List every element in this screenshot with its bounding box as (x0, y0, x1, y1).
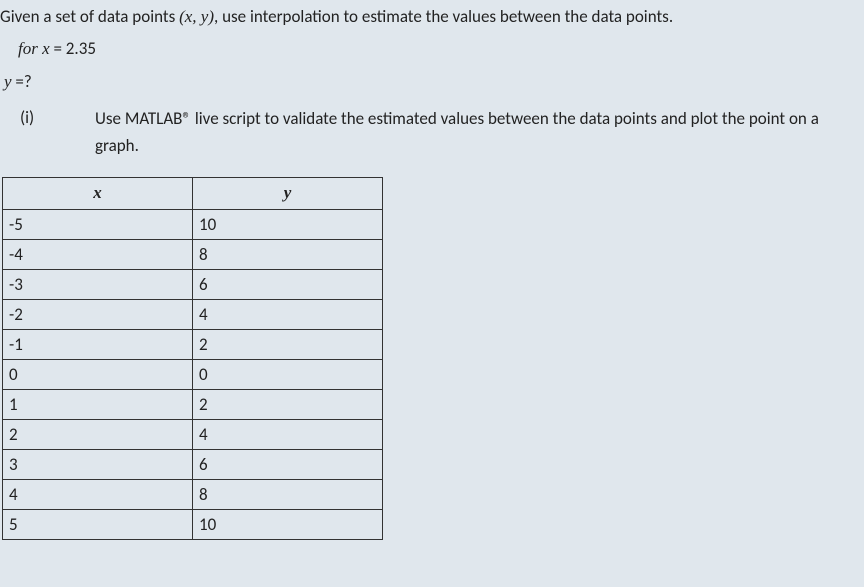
table-row: -48 (3, 239, 383, 269)
cell-x: -1 (3, 329, 193, 359)
y-label: y (4, 72, 12, 91)
problem-y: y =? (0, 69, 864, 95)
cell-y: 0 (193, 359, 383, 389)
cell-y: 8 (193, 479, 383, 509)
cell-y: 10 (193, 509, 383, 539)
y-value: =? (12, 71, 32, 92)
problem-forx: for x = 2.35 (0, 36, 864, 62)
cell-y: 8 (193, 239, 383, 269)
header-x: x (3, 177, 193, 209)
table-row: -510 (3, 209, 383, 239)
table-row: 12 (3, 389, 383, 419)
cell-x: 3 (3, 449, 193, 479)
cell-x: -5 (3, 209, 193, 239)
problem-intro: Given a set of data points (x, y), use i… (0, 4, 864, 30)
cell-y: 4 (193, 419, 383, 449)
table-row: 48 (3, 479, 383, 509)
cell-x: 1 (3, 389, 193, 419)
cell-x: 2 (3, 419, 193, 449)
data-table: x y -510 -48 -36 -24 -12 00 12 24 36 48 … (2, 177, 383, 540)
forx-label: for x (18, 39, 50, 58)
table-row: 36 (3, 449, 383, 479)
cell-x: 5 (3, 509, 193, 539)
table-row: 24 (3, 419, 383, 449)
cell-x: -3 (3, 269, 193, 299)
problem-part-i: (i) Use MATLAB® live script to validate … (0, 105, 864, 159)
table-row: -36 (3, 269, 383, 299)
cell-x: 4 (3, 479, 193, 509)
cell-x: -4 (3, 239, 193, 269)
table-row: 00 (3, 359, 383, 389)
header-y: y (193, 177, 383, 209)
forx-value: = 2.35 (50, 38, 96, 59)
table-row: -24 (3, 299, 383, 329)
cell-y: 4 (193, 299, 383, 329)
cell-y: 10 (193, 209, 383, 239)
table-row: -12 (3, 329, 383, 359)
table-row: 510 (3, 509, 383, 539)
cell-x: -2 (3, 299, 193, 329)
table-header-row: x y (3, 177, 383, 209)
cell-y: 2 (193, 329, 383, 359)
part-label: (i) (20, 105, 95, 131)
cell-x: 0 (3, 359, 193, 389)
part-text: Use MATLAB® live script to validate the … (95, 105, 855, 159)
cell-y: 6 (193, 269, 383, 299)
cell-y: 6 (193, 449, 383, 479)
cell-y: 2 (193, 389, 383, 419)
